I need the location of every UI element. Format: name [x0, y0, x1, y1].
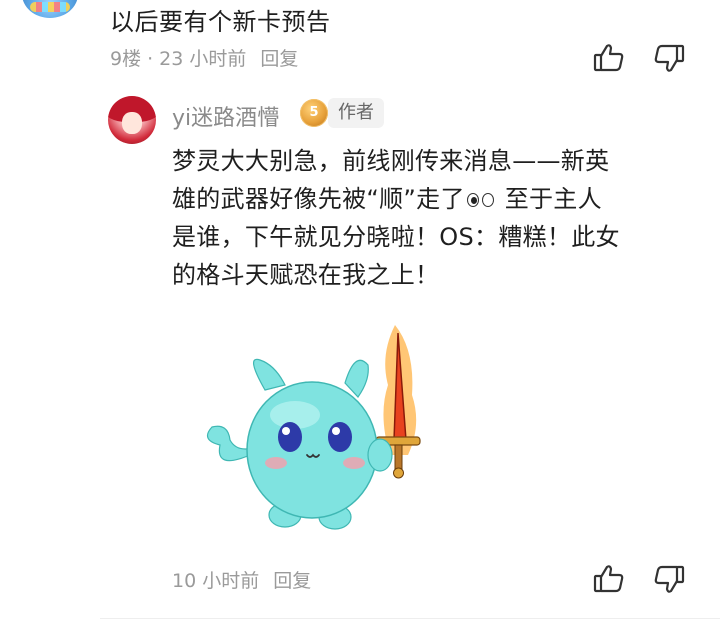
reply-time: 10 小时前	[172, 570, 260, 592]
reply-avatar[interactable]	[108, 96, 156, 144]
reply-text-line-3: 是谁，下午就见分晓啦！OS：糟糕！此女	[172, 223, 620, 251]
parent-comment-meta: 9楼 · 23 小时前 回复	[110, 44, 298, 71]
thumbs-up-icon[interactable]	[592, 562, 626, 596]
reply-meta: 10 小时前 回复	[172, 566, 311, 593]
reply-text-line-2-end: 至于主人	[496, 185, 602, 213]
thumbs-down-icon[interactable]	[652, 41, 686, 75]
sticker-image[interactable]	[190, 305, 430, 540]
divider	[100, 618, 720, 619]
floor-number: 9楼	[110, 48, 142, 70]
parent-avatar[interactable]	[22, 0, 78, 18]
reply-comment-text: 梦灵大大别急，前线刚传来消息——新英 雄的武器好像先被“顺”走了 至于主人 是谁…	[172, 142, 692, 294]
reply-reply-button[interactable]: 回复	[273, 570, 311, 592]
level-number: 5	[309, 105, 319, 120]
thumbs-up-icon[interactable]	[592, 41, 626, 75]
reply-text-line-2-start: 雄的武器好像先被“顺”走了	[172, 185, 465, 213]
reply-button[interactable]: 回复	[260, 48, 298, 70]
reply-username[interactable]: yi迷路酒懵	[172, 100, 279, 132]
thumbs-down-icon[interactable]	[652, 562, 686, 596]
meta-separator: ·	[147, 48, 154, 70]
comment-time: 23 小时前	[159, 48, 247, 70]
reply-text-line-2: 雄的武器好像先被“顺”走了 至于主人	[172, 180, 692, 218]
parent-comment-text: 以后要有个新卡预告	[110, 8, 331, 36]
author-tag: 作者	[328, 98, 384, 128]
reply-text-line-1: 梦灵大大别急，前线刚传来消息——新英	[172, 147, 610, 175]
eyes-emoji-icon	[465, 191, 497, 209]
reply-text-line-4: 的格斗天赋恐在我之上！	[172, 261, 440, 289]
level-badge: 5	[300, 99, 328, 127]
